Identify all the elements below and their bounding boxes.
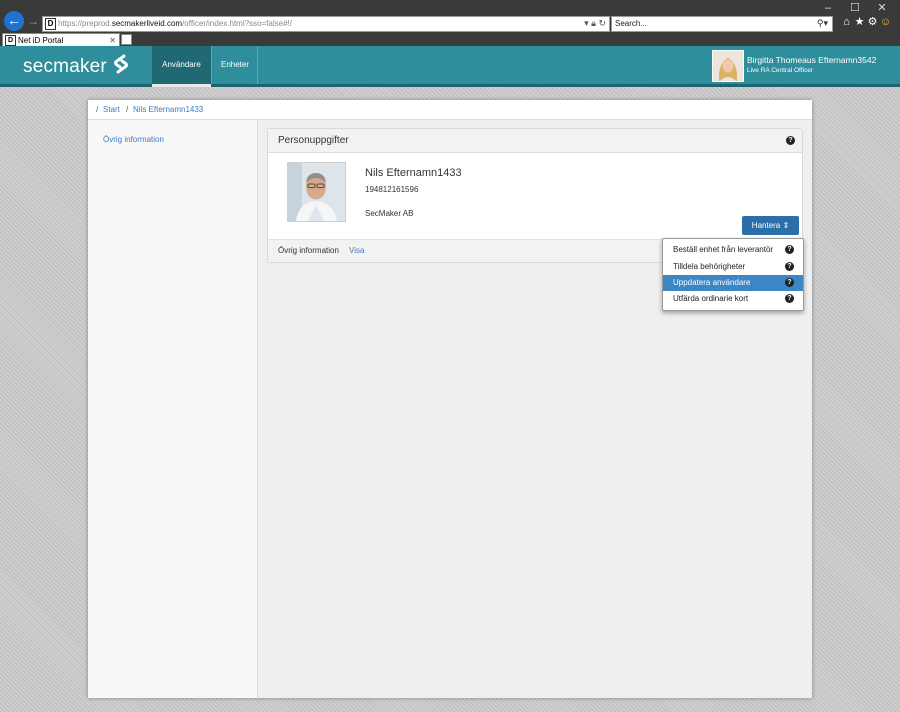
menu-item-order-device[interactable]: Beställ enhet från leverantör ? <box>663 242 803 258</box>
back-arrow-icon[interactable]: ← <box>4 11 24 31</box>
lock-icon[interactable]: 🔒︎ <box>591 18 596 28</box>
footer-label: Övrig information <box>278 246 339 255</box>
close-window-button[interactable]: ✕ <box>870 1 894 14</box>
breadcrumb-start[interactable]: Start <box>103 100 120 119</box>
forward-arrow-icon[interactable]: → <box>27 14 39 28</box>
new-tab-button[interactable] <box>121 34 132 45</box>
site-favicon-icon: D <box>45 18 56 30</box>
help-icon[interactable]: ? <box>785 245 794 254</box>
address-url[interactable]: https://preprod.secmakerliveid.com/offic… <box>58 18 292 30</box>
show-link[interactable]: Visa <box>349 240 364 262</box>
window-controls: – ☐ ✕ <box>816 1 894 14</box>
toolbar-icons: ⌂ ★ ⚙ ☺ <box>840 15 892 28</box>
manage-button-label: Hantera <box>751 221 781 230</box>
person-photo-image <box>288 163 345 221</box>
sort-caret-icon: ⇕ <box>782 221 790 230</box>
manage-dropdown-menu: Beställ enhet från leverantör ? Tilldela… <box>662 238 804 311</box>
address-bar[interactable]: D https://preprod.secmakerliveid.com/off… <box>42 16 610 32</box>
search-icon[interactable]: ⚲▾ <box>817 17 828 30</box>
help-icon[interactable]: ? <box>786 136 795 145</box>
nav-divider <box>257 46 258 84</box>
user-avatar-image <box>713 51 743 81</box>
browser-tab[interactable]: D Net iD Portal ✕ <box>2 33 120 47</box>
maximize-button[interactable]: ☐ <box>843 1 867 14</box>
menu-item-label: Uppdatera användare <box>673 278 751 287</box>
card-title: Personuppgifter <box>278 135 349 146</box>
gear-icon[interactable]: ⚙ <box>866 15 879 28</box>
breadcrumb: / Start / Nils Efternamn1433 <box>88 100 812 120</box>
nav-divider <box>211 46 212 84</box>
person-organization: SecMaker AB <box>365 209 414 218</box>
secmaker-logo-icon[interactable] <box>110 53 132 75</box>
breadcrumb-current[interactable]: Nils Efternamn1433 <box>133 100 203 119</box>
help-icon[interactable]: ? <box>785 278 794 287</box>
help-icon[interactable]: ? <box>785 294 794 303</box>
star-icon[interactable]: ★ <box>853 15 866 28</box>
person-name: Nils Efternamn1433 <box>365 167 462 179</box>
card-header: Personuppgifter ? <box>268 129 802 153</box>
breadcrumb-separator: / <box>96 105 99 114</box>
person-photo <box>287 162 346 222</box>
dropdown-arrow-icon[interactable]: ▾ <box>584 18 589 28</box>
menu-item-issue-card[interactable]: Utfärda ordinarie kort ? <box>663 291 803 307</box>
smiley-icon[interactable]: ☺ <box>879 16 892 28</box>
sidebar: Övrig information <box>88 120 258 698</box>
address-actions: ▾ 🔒︎ ↻ <box>584 17 606 30</box>
user-name[interactable]: Birgitta Thomeaus Efternamn3542 <box>747 55 876 65</box>
menu-item-update-user[interactable]: Uppdatera användare ? <box>663 275 803 291</box>
app-header <box>0 46 900 84</box>
nav-tab-devices[interactable]: Enheter <box>213 46 257 84</box>
menu-item-assign-permissions[interactable]: Tilldela behörigheter ? <box>663 259 803 275</box>
browser-search-box[interactable]: Search... ⚲▾ <box>611 16 833 32</box>
refresh-icon[interactable]: ↻ <box>598 18 606 28</box>
manage-button[interactable]: Hantera ⇕ <box>742 216 799 235</box>
user-role: Live RA Central Officer <box>747 67 813 74</box>
home-icon[interactable]: ⌂ <box>840 16 853 28</box>
secmaker-logo-text[interactable]: secmaker <box>23 56 107 78</box>
nav-tab-users[interactable]: Användare <box>152 46 211 87</box>
minimize-button[interactable]: – <box>816 2 840 14</box>
search-input[interactable]: Search... <box>615 18 647 30</box>
sidebar-item-other-info[interactable]: Övrig information <box>103 135 164 144</box>
help-icon[interactable]: ? <box>785 262 794 271</box>
menu-item-label: Tilldela behörigheter <box>673 262 746 271</box>
main-panel: / Start / Nils Efternamn1433 Övrig infor… <box>88 100 812 698</box>
tab-favicon-icon: D <box>5 35 16 46</box>
menu-item-label: Beställ enhet från leverantör <box>673 245 774 254</box>
person-id-number: 194812161596 <box>365 185 419 194</box>
breadcrumb-separator: / <box>126 105 129 114</box>
menu-item-label: Utfärda ordinarie kort <box>673 294 749 303</box>
user-avatar[interactable] <box>712 50 744 82</box>
